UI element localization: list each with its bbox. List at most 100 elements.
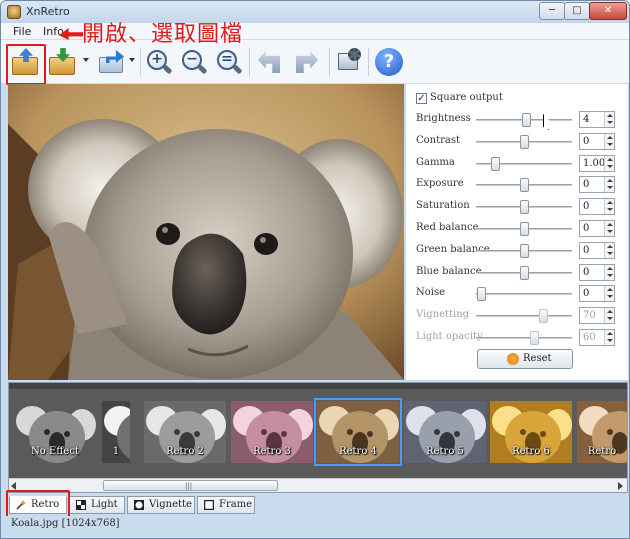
settings-button[interactable] [334, 47, 364, 77]
export-dropdown-caret-icon[interactable] [129, 58, 135, 62]
slider-track[interactable] [476, 293, 572, 296]
image-preview[interactable] [8, 84, 404, 380]
scroll-left-icon[interactable] [11, 482, 16, 490]
effect-thumbnail-label: Retro 2 [166, 446, 204, 457]
spinbox-arrows-icon[interactable] [604, 133, 614, 149]
spinbox-arrows-icon[interactable] [604, 330, 614, 345]
zoom-out-button[interactable]: − [179, 47, 209, 77]
slider-track[interactable] [476, 315, 572, 318]
slider-thumb[interactable] [521, 113, 531, 127]
value-spinbox[interactable]: 4 [579, 111, 615, 128]
spinbox-arrows-icon[interactable] [604, 155, 614, 171]
zoom-in-button[interactable]: + [144, 47, 174, 77]
export-button[interactable] [96, 47, 126, 77]
menu-file[interactable]: File [13, 25, 31, 38]
value-spinbox[interactable]: 1.00 [579, 154, 615, 172]
slider-label: Red balance [416, 222, 479, 233]
tab-frame[interactable]: Frame [197, 496, 255, 514]
slider-row-blue-balance: Blue balance 0 [406, 263, 628, 283]
spinbox-arrows-icon[interactable] [604, 264, 614, 280]
value-spinbox[interactable]: 60 [579, 329, 615, 346]
zoom-fit-button[interactable]: = [214, 47, 244, 77]
minimize-button[interactable]: ─ [539, 2, 565, 20]
spinbox-arrows-icon[interactable] [604, 308, 614, 324]
slider-track[interactable] [476, 337, 572, 339]
value-spinbox[interactable]: 0 [579, 241, 615, 259]
help-icon: ? [375, 48, 403, 76]
rotate-right-icon [296, 51, 318, 73]
spinbox-value: 0 [583, 135, 590, 147]
status-text: Koala.jpg [1024x768] [11, 518, 120, 529]
slider-label: Brightness [416, 113, 471, 124]
square-output-checkbox[interactable]: ✓ [416, 93, 427, 104]
spinbox-arrows-icon[interactable] [604, 177, 614, 193]
slider-thumb[interactable] [520, 243, 529, 258]
slider-thumb[interactable] [520, 178, 529, 193]
effect-thumbnail[interactable]: Retro 2 [144, 401, 226, 463]
slider-label: Noise [416, 287, 446, 299]
square-output-label: Square output [430, 92, 503, 103]
effect-thumbnail[interactable]: Retro 5 [404, 401, 486, 463]
scroll-right-icon[interactable] [618, 482, 623, 490]
value-spinbox[interactable]: 0 [579, 132, 615, 150]
slider-thumb[interactable] [520, 222, 529, 236]
spinbox-arrows-icon[interactable] [604, 199, 614, 215]
spinbox-arrows-icon[interactable] [604, 286, 614, 302]
effect-thumbnail[interactable]: Retro 4 [314, 398, 402, 466]
rotate-left-icon [258, 51, 280, 73]
rotate-right-button[interactable] [292, 47, 322, 77]
toolbar-separator [140, 48, 141, 76]
slider-thumb[interactable] [529, 331, 539, 345]
maximize-button[interactable]: □ [564, 2, 590, 20]
save-file-button[interactable] [47, 47, 77, 77]
effect-thumbnail[interactable]: 1 [102, 401, 130, 463]
close-button[interactable]: ✕ [589, 2, 627, 20]
effect-thumbnail[interactable]: Retro [577, 401, 627, 463]
slider-thumb[interactable] [539, 309, 549, 324]
slider-row-contrast: Contrast 0 [406, 132, 628, 152]
tab-vignette[interactable]: Vignette [127, 496, 195, 514]
spinbox-arrows-icon[interactable] [604, 221, 614, 236]
save-dropdown-caret-icon[interactable] [83, 58, 89, 62]
spinbox-value: 0 [583, 223, 590, 234]
spinbox-value: 0 [583, 201, 590, 213]
slider-thumb[interactable] [520, 200, 529, 215]
value-spinbox[interactable]: 0 [579, 285, 615, 303]
tab-light-label: Light [91, 499, 118, 510]
open-button-highlight [6, 44, 46, 85]
reset-icon [507, 353, 519, 365]
slider-thumb[interactable] [491, 156, 501, 171]
scrollbar-thumb[interactable]: ||| [103, 480, 278, 491]
slider-thumb[interactable] [520, 134, 529, 149]
slider-thumb[interactable] [476, 287, 486, 302]
effect-thumbnail-label: Retro 3 [253, 446, 291, 457]
tab-light[interactable]: Light [69, 496, 125, 514]
slider-label: Vignetting [416, 309, 470, 321]
effect-thumbnail[interactable]: Retro 6 [490, 401, 572, 463]
effect-thumbnail[interactable]: No Effect [14, 401, 96, 463]
value-spinbox[interactable]: 0 [579, 263, 615, 281]
toolbar-separator [329, 48, 330, 76]
spinbox-arrows-icon[interactable] [604, 112, 614, 127]
rotate-left-button[interactable] [254, 47, 284, 77]
value-spinbox[interactable]: 70 [579, 307, 615, 325]
reset-button[interactable]: Reset [477, 349, 573, 369]
slider-label: Gamma [416, 156, 455, 168]
effect-thumbnail-label: 1 [112, 446, 120, 457]
effect-thumbnail-label: Retro 5 [426, 446, 464, 457]
value-spinbox[interactable]: 0 [579, 198, 615, 216]
filmstrip-header [9, 383, 627, 389]
slider-label: Blue balance [416, 265, 482, 277]
spinbox-arrows-icon[interactable] [604, 242, 614, 258]
slider-thumb[interactable] [520, 265, 529, 280]
toolbar-separator [368, 48, 369, 76]
slider-row-saturation: Saturation 0 [406, 197, 628, 217]
effect-thumbnail-label: Retro 4 [339, 446, 377, 457]
effect-thumbnail[interactable]: Retro 3 [231, 401, 313, 463]
help-button[interactable]: ? [374, 47, 404, 77]
filmstrip-scrollbar[interactable]: ||| [9, 478, 627, 492]
slider-row-red-balance: Red balance 0 [406, 219, 628, 239]
value-spinbox[interactable]: 0 [579, 220, 615, 237]
value-spinbox[interactable]: 0 [579, 176, 615, 194]
tab-vignette-label: Vignette [149, 499, 192, 510]
